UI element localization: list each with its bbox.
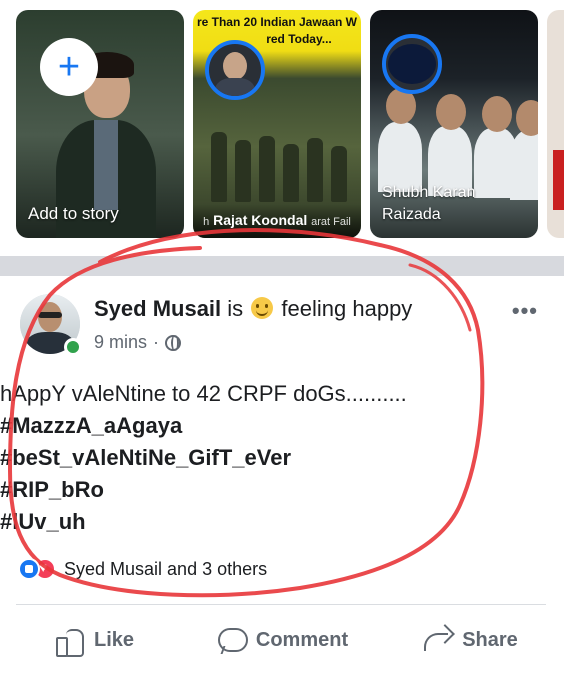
globe-icon	[165, 334, 182, 351]
post-timestamp[interactable]: 9 mins	[94, 332, 147, 353]
post-body: hAppY vAleNtine to 42 CRPF doGs.........…	[0, 378, 520, 538]
thumbs-up-icon	[54, 625, 84, 657]
story-card[interactable]: re Than 20 Indian Jawaan W red Today... …	[193, 10, 361, 238]
plus-icon[interactable]: +	[40, 38, 98, 96]
hashtag-link[interactable]: #lUv_uh	[0, 506, 520, 538]
smile-emoji-icon	[251, 297, 274, 319]
story-avatar	[382, 34, 442, 94]
like-button[interactable]: Like	[0, 620, 188, 660]
like-label: Like	[93, 628, 135, 651]
comment-label: Comment	[255, 628, 349, 651]
author-name-link[interactable]: Syed Musail	[94, 296, 221, 321]
story-author-name: h Rajat Koondal arat Fail	[203, 212, 351, 228]
add-story-label: Add to story	[28, 204, 119, 223]
post-actions: Like Comment Share	[0, 620, 564, 660]
add-story-card[interactable]: + Add to story	[16, 10, 184, 238]
reactions-text: Syed Musail and 3 others	[64, 558, 268, 579]
feed-post: Syed Musail is feeling happy 9 mins · ••…	[0, 276, 564, 678]
post-header: Syed Musail is feeling happy	[94, 296, 454, 322]
more-options-button[interactable]: •••	[512, 298, 538, 324]
feeling-text: feeling happy	[281, 296, 413, 321]
hashtag-link[interactable]: #MazzzA_aAgaya	[0, 410, 520, 442]
is-word: is	[227, 296, 244, 321]
post-line: hAppY vAleNtine to 42 CRPF doGs.........…	[0, 381, 407, 406]
comment-button[interactable]: Comment	[188, 620, 376, 660]
hashtag-link[interactable]: #RIP_bRo	[0, 474, 520, 506]
section-divider	[0, 256, 564, 276]
online-status-icon	[64, 338, 82, 356]
reactions-summary[interactable]: Syed Musail and 3 others	[18, 558, 267, 580]
like-reaction-icon	[18, 558, 40, 580]
actions-divider	[16, 604, 546, 605]
post-meta: 9 mins ·	[94, 332, 182, 353]
story-card[interactable]: Shubh Karan Raizada	[370, 10, 538, 238]
story-author-name: Shubh Karan Raizada	[382, 184, 476, 223]
share-icon	[422, 625, 452, 655]
story-avatar	[205, 40, 265, 100]
comment-icon	[216, 625, 248, 655]
stories-tray: + Add to story re Than 20 Indian Jawaan …	[0, 0, 564, 256]
share-button[interactable]: Share	[376, 620, 564, 660]
story-card[interactable]	[547, 10, 564, 238]
hashtag-link[interactable]: #beSt_vAleNtiNe_GifT_eVer	[0, 442, 520, 474]
meta-separator: ·	[153, 332, 160, 352]
share-label: Share	[462, 628, 518, 651]
